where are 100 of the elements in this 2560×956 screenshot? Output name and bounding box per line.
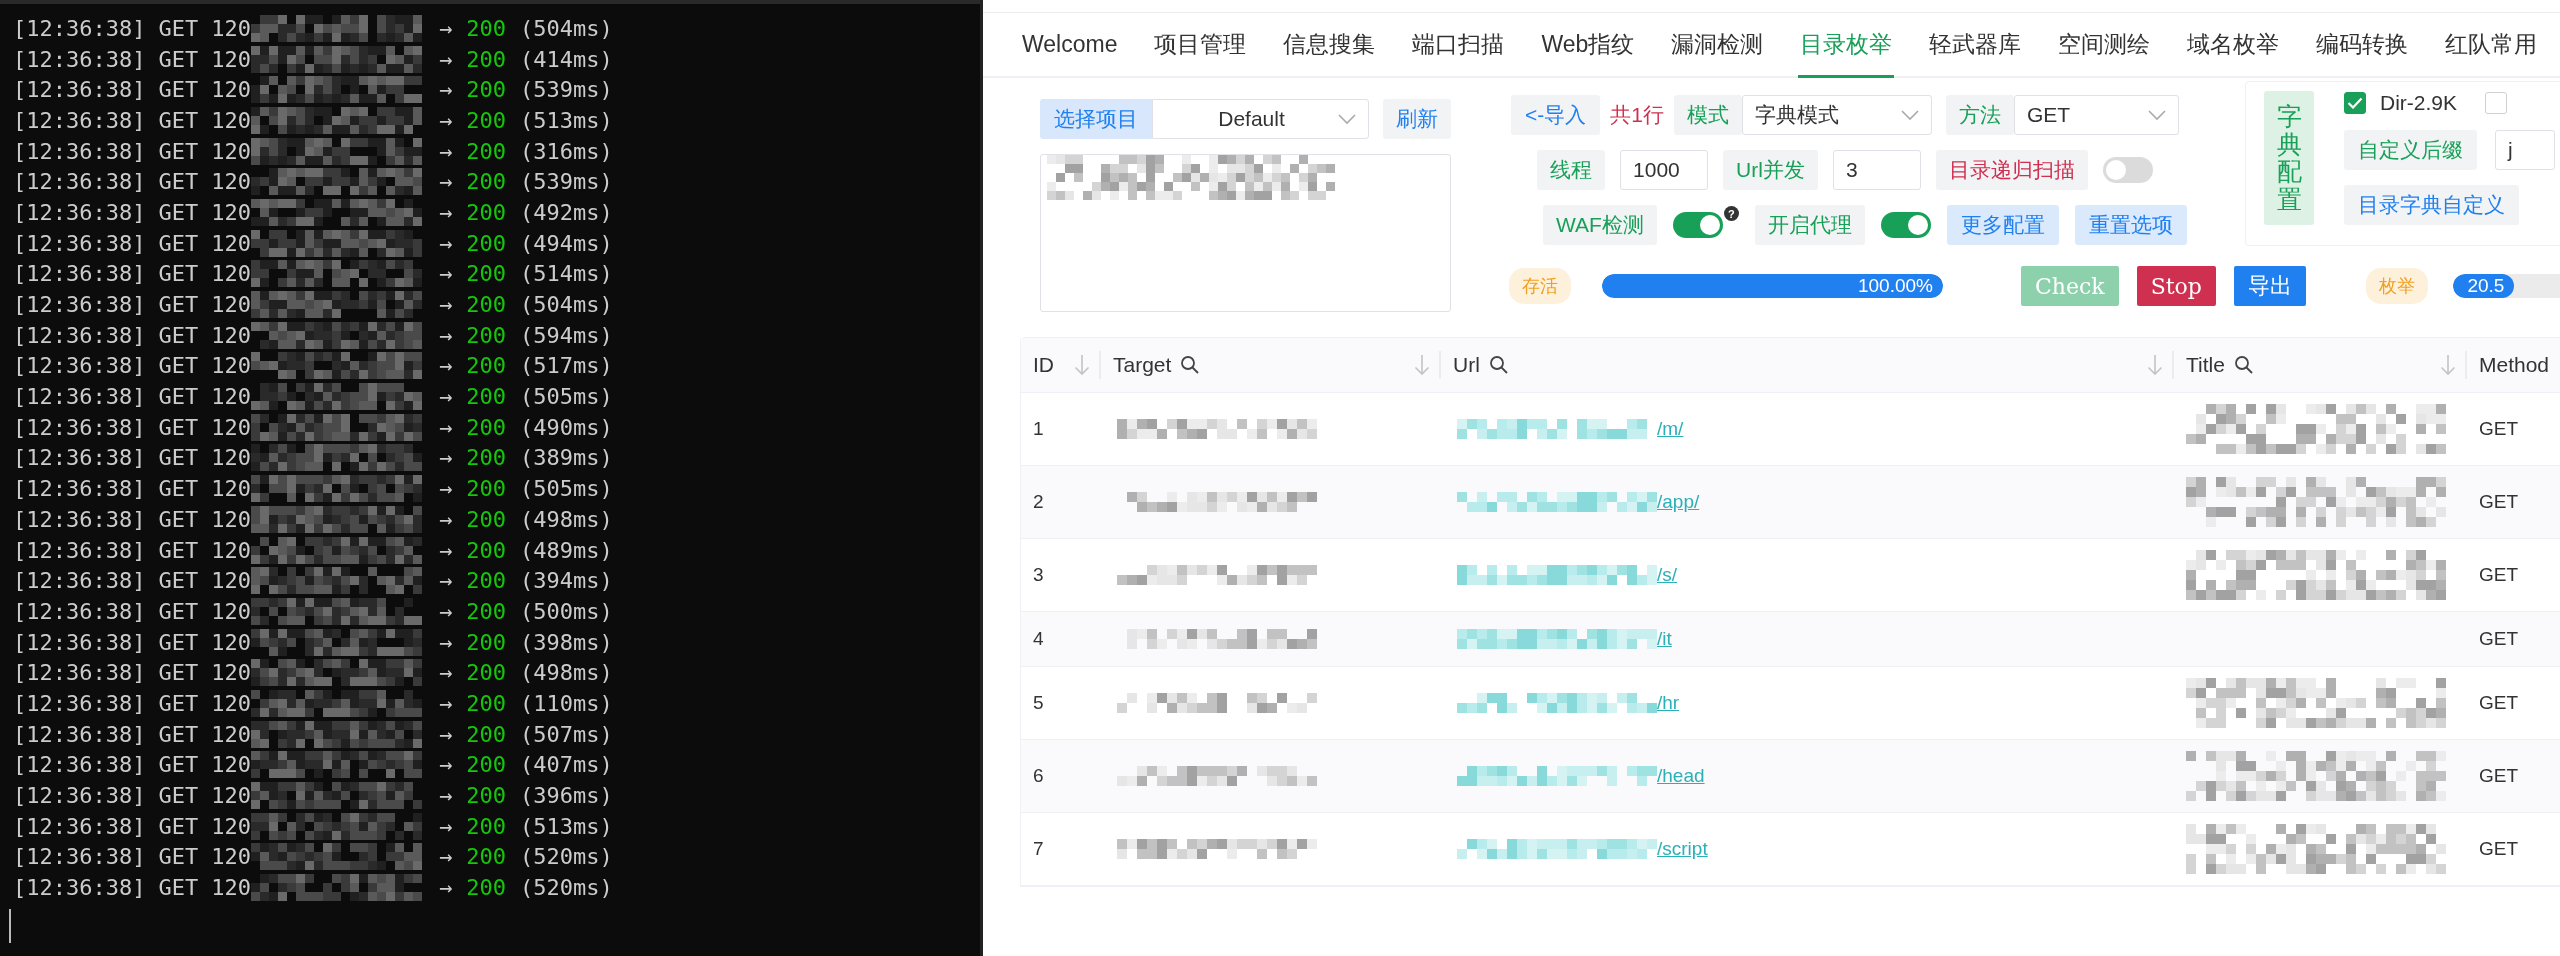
log-method: GET bbox=[158, 322, 199, 348]
arrow-icon: → bbox=[438, 476, 453, 502]
log-method: GET bbox=[158, 169, 199, 195]
column-header[interactable]: Method bbox=[2479, 353, 2550, 377]
arrow-icon: → bbox=[438, 752, 453, 778]
log-method: GET bbox=[158, 568, 199, 594]
log-host: 120 bbox=[211, 353, 251, 379]
dropdown-value: GET bbox=[2026, 103, 2071, 127]
column-header[interactable]: Title bbox=[2186, 353, 2225, 377]
log-timestamp: [12:36:38] bbox=[13, 844, 146, 870]
dropdown[interactable]: 字典模式 bbox=[1741, 95, 1932, 135]
button[interactable]: 导出 bbox=[2233, 266, 2306, 306]
table-cell: GET bbox=[2479, 628, 2519, 650]
button[interactable]: 刷新 bbox=[1383, 99, 1451, 139]
targets-textarea[interactable] bbox=[1040, 154, 1451, 312]
response-time: (539ms) bbox=[519, 169, 613, 195]
search-icon[interactable] bbox=[2233, 355, 2254, 375]
tab[interactable]: 端口扫描 bbox=[1410, 13, 1507, 78]
log-method: GET bbox=[158, 230, 199, 256]
tab[interactable]: 信息搜集 bbox=[1281, 13, 1378, 78]
arrow-icon: → bbox=[438, 107, 453, 133]
status-code: 200 bbox=[466, 15, 506, 41]
tab[interactable]: Welcome bbox=[1020, 13, 1120, 78]
toggle-switch[interactable] bbox=[2102, 157, 2153, 183]
tab[interactable]: 编码转换 bbox=[2314, 13, 2411, 78]
input-field[interactable]: 1000 bbox=[1620, 150, 1709, 190]
table-cell: 3 bbox=[1033, 564, 1044, 586]
status-code: 200 bbox=[466, 844, 506, 870]
log-timestamp: [12:36:38] bbox=[13, 783, 146, 809]
status-badge: 存活 bbox=[1509, 268, 1571, 304]
log-timestamp: [12:36:38] bbox=[13, 46, 146, 72]
log-timestamp: [12:36:38] bbox=[13, 752, 146, 778]
log-host: 120 bbox=[211, 138, 251, 164]
log-timestamp: [12:36:38] bbox=[13, 537, 146, 563]
chevron-down-icon bbox=[1338, 113, 1356, 125]
log-host: 120 bbox=[211, 537, 251, 563]
checkbox[interactable] bbox=[2344, 92, 2366, 114]
checkbox[interactable] bbox=[2485, 92, 2508, 114]
response-time: (394ms) bbox=[519, 568, 613, 594]
table-cell: 1 bbox=[1033, 418, 1044, 440]
tab[interactable]: 项目管理 bbox=[1152, 13, 1249, 78]
table-cell: 6 bbox=[1033, 765, 1044, 787]
tab[interactable]: 空间测绘 bbox=[2056, 13, 2153, 78]
arrow-icon: → bbox=[438, 598, 453, 624]
help-icon[interactable]: ? bbox=[1723, 206, 1739, 221]
toggle-switch[interactable] bbox=[1880, 212, 1931, 238]
check-icon bbox=[2347, 97, 2363, 109]
tab[interactable]: 轻武器库 bbox=[1927, 13, 2024, 78]
response-time: (498ms) bbox=[519, 506, 613, 532]
log-timestamp: [12:36:38] bbox=[13, 414, 146, 440]
column-header[interactable]: Target bbox=[1113, 353, 1172, 377]
response-time: (539ms) bbox=[519, 77, 613, 103]
log-method: GET bbox=[158, 46, 199, 72]
status-code: 200 bbox=[466, 169, 506, 195]
log-host: 120 bbox=[211, 844, 251, 870]
status-code: 200 bbox=[466, 230, 506, 256]
search-icon[interactable] bbox=[1488, 355, 1509, 375]
dropdown[interactable]: Default bbox=[1152, 99, 1369, 139]
log-timestamp: [12:36:38] bbox=[13, 598, 146, 624]
input-field[interactable]: j bbox=[2495, 130, 2555, 170]
log-method: GET bbox=[158, 353, 199, 379]
response-time: (513ms) bbox=[519, 107, 613, 133]
tab[interactable]: 域名枚举 bbox=[2185, 13, 2282, 78]
column-header[interactable]: Url bbox=[1453, 353, 1480, 377]
dropdown[interactable]: GET bbox=[2013, 95, 2179, 135]
input-field[interactable]: 3 bbox=[1832, 150, 1921, 190]
field-label: Url并发 bbox=[1723, 150, 1818, 190]
log-method: GET bbox=[158, 537, 199, 563]
button[interactable]: <-导入 bbox=[1511, 95, 1601, 135]
sort-arrow-icon[interactable] bbox=[2440, 354, 2456, 376]
sort-arrow-icon[interactable] bbox=[1414, 354, 1430, 376]
log-method: GET bbox=[158, 292, 199, 318]
log-host: 120 bbox=[211, 292, 251, 318]
search-icon[interactable] bbox=[1180, 355, 1201, 375]
response-time: (520ms) bbox=[519, 844, 613, 870]
sort-arrow-icon[interactable] bbox=[2147, 354, 2163, 376]
button[interactable]: 目录字典自定义 bbox=[2344, 185, 2519, 225]
log-method: GET bbox=[158, 598, 199, 624]
arrow-icon: → bbox=[438, 813, 453, 839]
toggle-switch[interactable] bbox=[1672, 212, 1723, 238]
button[interactable]: Stop bbox=[2136, 266, 2216, 306]
log-timestamp: [12:36:38] bbox=[13, 77, 146, 103]
field-label: 选择项目 bbox=[1040, 99, 1152, 139]
log-method: GET bbox=[158, 629, 199, 655]
log-host: 120 bbox=[211, 660, 251, 686]
table-cell: 4 bbox=[1033, 628, 1044, 650]
response-time: (398ms) bbox=[519, 629, 613, 655]
sort-arrow-icon[interactable] bbox=[1074, 354, 1090, 376]
log-host: 120 bbox=[211, 230, 251, 256]
response-time: (407ms) bbox=[519, 752, 613, 778]
table-row[interactable]: 4 /it GET bbox=[1021, 612, 2560, 667]
column-header[interactable]: ID bbox=[1033, 353, 1054, 377]
response-time: (507ms) bbox=[519, 721, 613, 747]
field-label: 方法 bbox=[1945, 95, 2014, 135]
response-time: (504ms) bbox=[519, 15, 613, 41]
tab[interactable]: 红队常用 bbox=[2443, 13, 2540, 78]
arrow-icon: → bbox=[438, 690, 453, 716]
arrow-icon: → bbox=[438, 506, 453, 532]
tab[interactable]: Web指纹 bbox=[1539, 13, 1637, 78]
tab[interactable]: 漏洞检测 bbox=[1669, 13, 1766, 78]
